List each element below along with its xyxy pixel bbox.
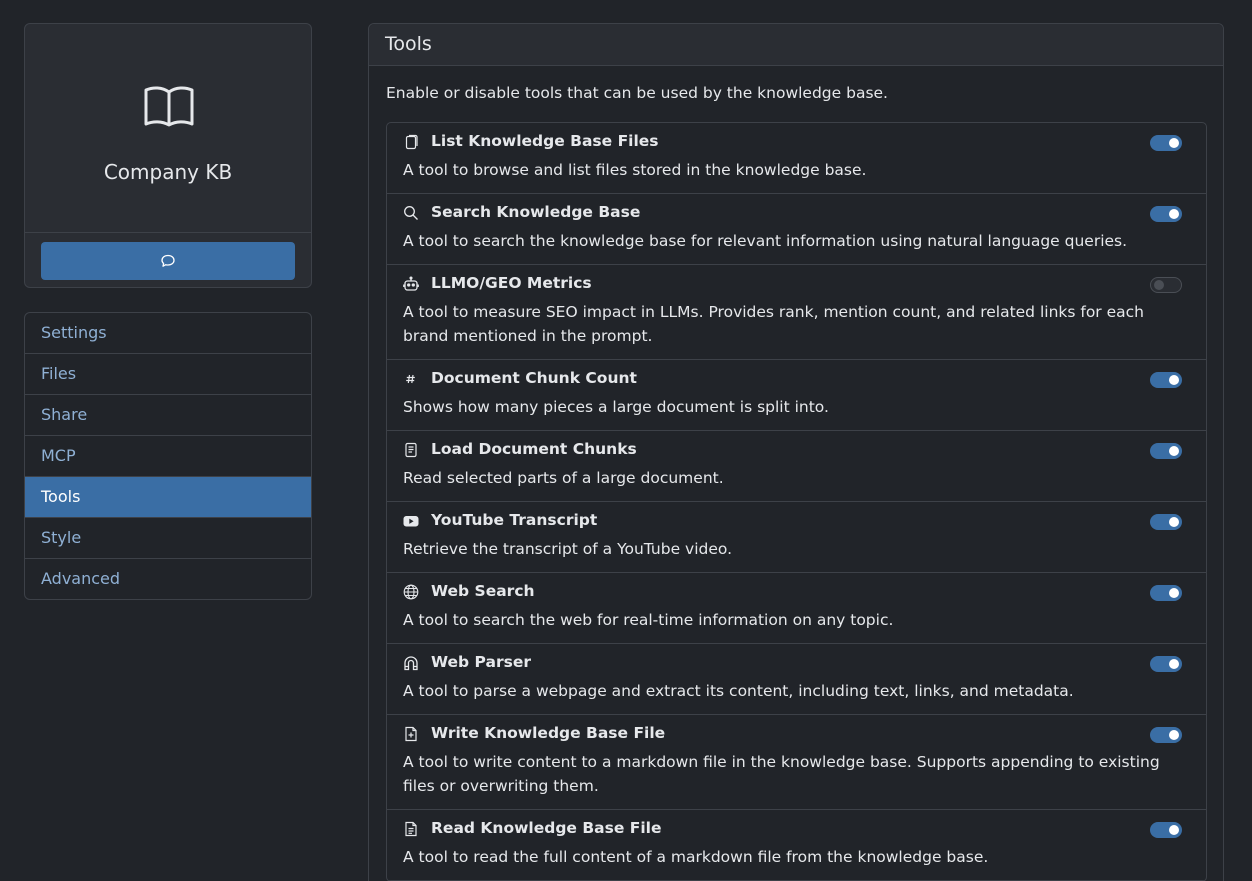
kb-card: Company KB [24,23,312,288]
settings-nav: Settings Files Share MCP Tools Style Adv… [24,312,312,600]
tool-title: Search Knowledge Base [431,203,641,221]
nav-item-mcp[interactable]: MCP [25,436,311,477]
panel-description: Enable or disable tools that can be used… [386,84,888,102]
tool-item-read-kb-file: Read Knowledge Base File A tool to read … [387,810,1206,881]
tool-toggle[interactable] [1150,822,1182,838]
tool-description: A tool to write content to a markdown fi… [403,753,1160,795]
tool-title: Document Chunk Count [431,369,637,387]
tool-toggle[interactable] [1150,443,1182,459]
hash-icon [403,371,419,387]
chat-button[interactable] [41,242,295,280]
tool-description: Shows how many pieces a large document i… [403,398,829,416]
tool-item-web-search: Web Search A tool to search the web for … [387,573,1206,644]
tool-description: A tool to search the web for real-time i… [403,611,894,629]
tool-toggle[interactable] [1150,514,1182,530]
nav-item-settings[interactable]: Settings [25,313,311,354]
tool-item-document-chunk-count: Document Chunk Count Shows how many piec… [387,360,1206,431]
file-plus-icon [403,726,419,742]
nav-item-style[interactable]: Style [25,518,311,559]
tool-title: Write Knowledge Base File [431,724,666,742]
tool-toggle[interactable] [1150,135,1182,151]
tool-title: LLMO/GEO Metrics [431,274,592,292]
file-text-icon [403,821,419,837]
tool-description: A tool to parse a webpage and extract it… [403,682,1074,700]
tool-item-list-files: List Knowledge Base Files A tool to brow… [387,123,1206,194]
tools-panel: Tools Enable or disable tools that can b… [368,23,1224,881]
tool-toggle[interactable] [1150,585,1182,601]
chat-bubble-icon [160,253,176,269]
tool-description: A tool to measure SEO impact in LLMs. Pr… [403,303,1144,345]
tool-item-search-kb: Search Knowledge Base A tool to search t… [387,194,1206,265]
tool-title: YouTube Transcript [431,511,598,529]
tool-description: A tool to search the knowledge base for … [403,232,1128,250]
kb-card-footer [25,232,311,287]
tool-item-web-parser: Web Parser A tool to parse a webpage and… [387,644,1206,715]
panel-title: Tools [369,24,1223,66]
robot-icon [403,276,419,292]
tool-description: Retrieve the transcript of a YouTube vid… [403,540,733,558]
tool-title: Web Parser [431,653,531,671]
document-icon [403,442,419,458]
book-open-icon [143,84,195,128]
magnet-icon [403,655,419,671]
files-icon [403,134,419,150]
tool-title: Read Knowledge Base File [431,819,662,837]
tool-toggle[interactable] [1150,656,1182,672]
tool-title: List Knowledge Base Files [431,132,659,150]
tool-item-llmo-geo-metrics: LLMO/GEO Metrics A tool to measure SEO i… [387,265,1206,360]
tool-description: A tool to browse and list files stored i… [403,161,867,179]
tool-item-write-kb-file: Write Knowledge Base File A tool to writ… [387,715,1206,810]
tool-item-youtube-transcript: YouTube Transcript Retrieve the transcri… [387,502,1206,573]
tool-description: Read selected parts of a large document. [403,469,724,487]
tool-title: Web Search [431,582,535,600]
nav-item-share[interactable]: Share [25,395,311,436]
globe-icon [403,584,419,600]
search-icon [403,205,419,221]
nav-item-files[interactable]: Files [25,354,311,395]
tool-list: List Knowledge Base Files A tool to brow… [386,122,1207,881]
tool-description: A tool to read the full content of a mar… [403,848,989,866]
tool-toggle[interactable] [1150,372,1182,388]
tool-toggle[interactable] [1150,727,1182,743]
nav-item-advanced[interactable]: Advanced [25,559,311,599]
kb-name: Company KB [103,160,233,184]
tool-toggle[interactable] [1150,277,1182,293]
youtube-icon [403,513,419,529]
tool-item-load-document-chunks: Load Document Chunks Read selected parts… [387,431,1206,502]
tool-title: Load Document Chunks [431,440,637,458]
nav-item-tools[interactable]: Tools [25,477,311,518]
tool-toggle[interactable] [1150,206,1182,222]
